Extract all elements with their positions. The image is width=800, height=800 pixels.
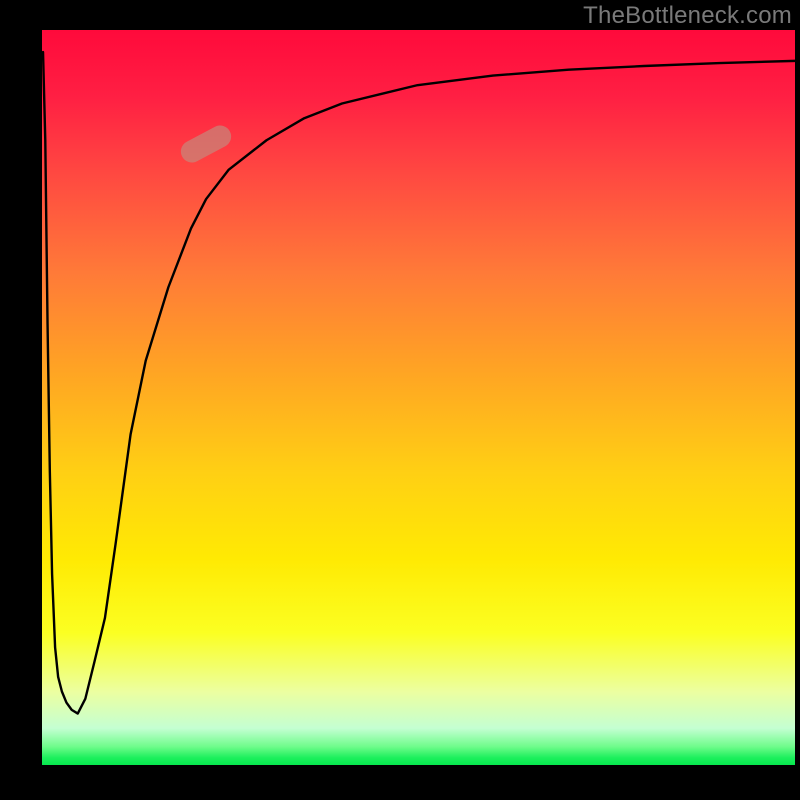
bottleneck-curve: [40, 30, 795, 765]
plot-area: [40, 30, 795, 765]
stage: TheBottleneck.com: [0, 0, 800, 800]
y-axis: [40, 30, 42, 765]
x-axis: [40, 765, 795, 767]
attribution-text: TheBottleneck.com: [583, 2, 792, 30]
